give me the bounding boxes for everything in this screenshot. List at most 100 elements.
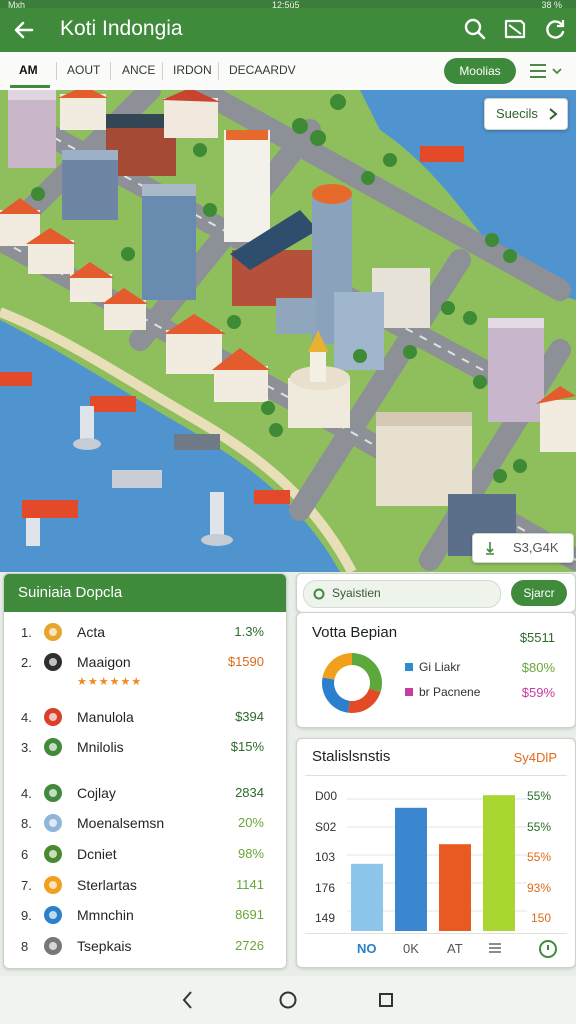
rank-icon: [44, 623, 62, 641]
leaderboard-row[interactable]: 9. Mmnchin 8691: [4, 901, 276, 931]
rank-value: $394: [235, 709, 264, 724]
rank-number: 8: [21, 939, 29, 954]
rank-value: 8691: [235, 907, 264, 922]
search-icon[interactable]: [462, 16, 488, 42]
stats-subtitle: Sy4DlP: [513, 750, 557, 765]
page-title: Koti Indongia: [60, 17, 183, 40]
rank-number: 2.: [21, 655, 32, 670]
stats-card: Stalislsnstis Sy4DlP D00 S02 103 176 149…: [296, 738, 576, 968]
map-top-chip[interactable]: Suecils: [484, 98, 568, 130]
rank-name: Dcniet: [77, 846, 117, 862]
legend-dot: [405, 663, 413, 671]
leaderboard-row[interactable]: 8. Moenalsemsn 20%: [4, 809, 276, 839]
tab-ance[interactable]: ANCE: [122, 63, 155, 77]
leaderboard-row[interactable]: 3. Mnilolis $15%: [4, 733, 276, 763]
footer-tab-ok[interactable]: 0K: [403, 941, 419, 956]
map-icon[interactable]: [502, 16, 528, 42]
search-card: Syaistien Sjarcr: [296, 573, 576, 613]
bar-4[interactable]: [483, 795, 515, 931]
tab-am[interactable]: AM: [19, 63, 38, 77]
rank-number: 1.: [21, 625, 32, 640]
rank-name: Acta: [77, 624, 106, 640]
tab-divider: [110, 62, 111, 80]
leaderboard-row[interactable]: 6 Dcniet 98%: [4, 840, 276, 870]
rank-icon: [44, 653, 62, 671]
rank-value: $15%: [230, 739, 264, 754]
y-label: S02: [315, 820, 337, 834]
legend-value: $59%: [521, 685, 555, 700]
tab-divider: [56, 62, 57, 80]
leaderboard-row[interactable]: 1. Acta 1.3%: [4, 618, 276, 648]
rank-value: 1141: [236, 877, 264, 892]
leaderboard-row[interactable]: 8 Tsepkais 2726: [4, 932, 276, 962]
rank-icon: [44, 876, 62, 894]
legend-label: br Pacnene: [419, 685, 481, 699]
search-field[interactable]: Syaistien: [303, 580, 501, 608]
tab-irdon[interactable]: IRDON: [173, 63, 212, 77]
bar-2[interactable]: [395, 807, 427, 931]
rank-number: 9.: [21, 908, 32, 923]
tab-decaardv[interactable]: DECAARDV: [229, 63, 296, 77]
nav-back-icon[interactable]: [176, 988, 200, 1012]
leaderboard-row[interactable]: 4. Cojlay 2834: [4, 779, 276, 809]
y-label: 176: [315, 881, 336, 895]
map-bottom-chip-label: S3,G4K: [513, 540, 559, 555]
refresh-icon[interactable]: [542, 16, 568, 42]
rank-name: Tsepkais: [77, 938, 132, 954]
city-map[interactable]: [0, 90, 576, 572]
y-label: 103: [315, 850, 336, 864]
bar-3[interactable]: [439, 844, 471, 931]
bar-1[interactable]: [351, 863, 383, 931]
rank-value: 2834: [235, 785, 264, 800]
rank-number: 7.: [21, 878, 32, 893]
legend-dot: [405, 688, 413, 696]
donut-center: [342, 673, 362, 693]
menu-icon[interactable]: [487, 941, 503, 955]
search-field-value: Syaistien: [332, 586, 381, 600]
donut-title: Votta Bepian: [312, 624, 398, 641]
rank-number: 3.: [21, 740, 32, 755]
legend-value: $80%: [521, 660, 555, 675]
leaderboard-title: Suiniaia Dopcla: [4, 574, 286, 612]
leaderboard-row[interactable]: 2. Maaigon $1590 ★★★★★★: [4, 648, 276, 688]
nav-recents-icon[interactable]: [374, 988, 398, 1012]
app-bar: Koti Indongia: [0, 8, 576, 52]
search-icon: [313, 588, 325, 600]
map-bottom-chip[interactable]: S3,G4K: [472, 533, 574, 563]
divider: [305, 775, 567, 776]
rank-value: 20%: [237, 815, 264, 830]
rank-number: 4.: [21, 710, 32, 725]
rank-icon: [44, 738, 62, 756]
menu-icon[interactable]: [524, 60, 564, 82]
leaderboard-row[interactable]: 7. Sterlartas 1141: [4, 871, 276, 901]
pct-label: 150: [530, 911, 551, 925]
rank-icon: [44, 937, 62, 955]
rank-name: Manulola: [77, 709, 134, 725]
legend-label: Gi Liakr: [419, 660, 461, 674]
leaderboard-panel: Suiniaia Dopcla 1. Acta 1.3% 2. Maaigon $1590…: [3, 573, 287, 969]
rank-name: Moenalsemsn: [77, 815, 165, 831]
rank-icon: [44, 845, 62, 863]
leaderboard-row[interactable]: 4. Manulola $394: [4, 703, 276, 733]
pct-label: 93%: [526, 881, 551, 895]
filter-button[interactable]: Moolias: [444, 58, 516, 84]
tab-aout[interactable]: AOUT: [67, 63, 100, 77]
rank-icon: [44, 708, 62, 726]
clock-icon[interactable]: [537, 937, 559, 959]
bar-chart[interactable]: [347, 783, 527, 931]
rank-number: 4.: [21, 786, 32, 801]
arrow-left-icon[interactable]: [10, 16, 38, 44]
search-button[interactable]: Sjarcr: [511, 580, 567, 606]
map-top-chip-label: Suecils: [496, 106, 538, 121]
pct-label: 55%: [526, 820, 551, 834]
donut-chart[interactable]: [315, 646, 389, 720]
pct-label: 55%: [526, 789, 551, 803]
donut-total: $5511: [519, 630, 555, 645]
rank-number: 6: [21, 847, 29, 862]
tab-indicator: [10, 85, 50, 88]
nav-home-icon[interactable]: [276, 988, 300, 1012]
rank-name: Cojlay: [77, 785, 116, 801]
footer-tab-at[interactable]: AT: [447, 941, 463, 956]
rank-name: Maaigon: [77, 654, 131, 670]
footer-tab-no[interactable]: NO: [357, 941, 377, 956]
